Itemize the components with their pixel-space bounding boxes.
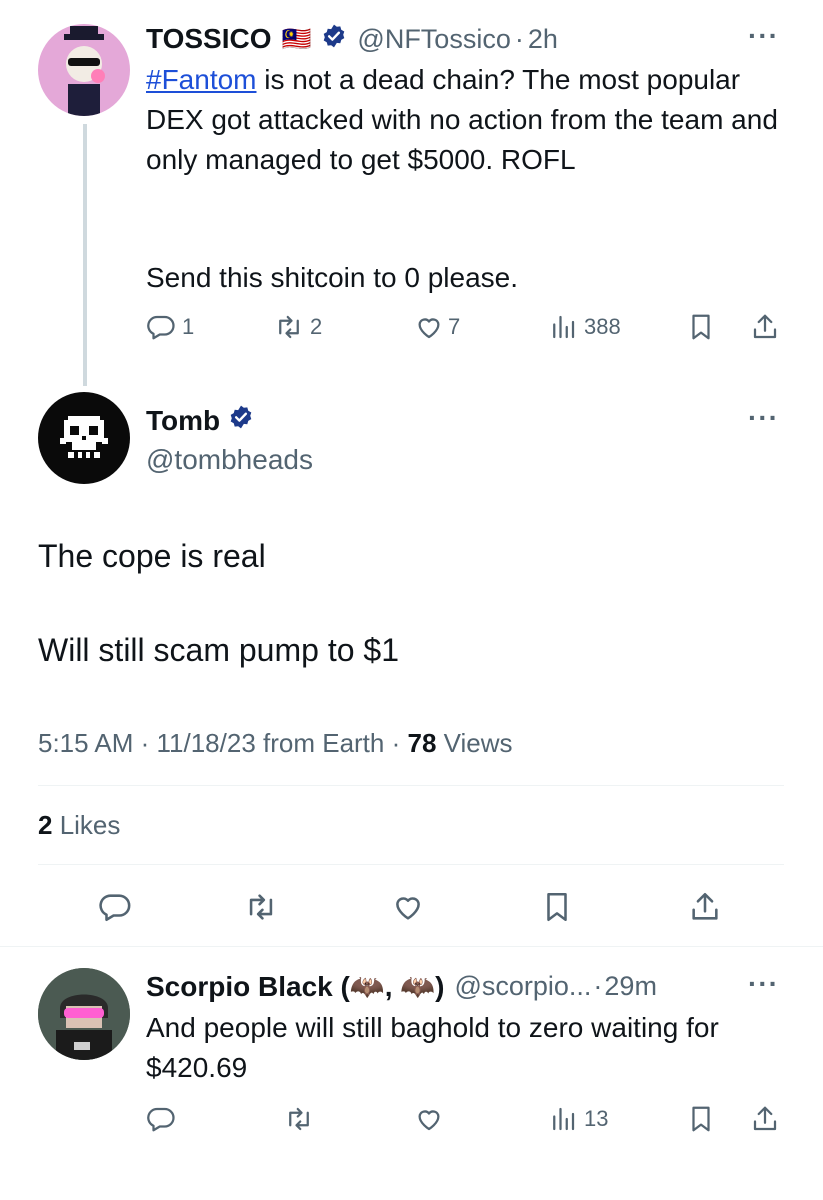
avatar-tomb[interactable] xyxy=(38,392,130,484)
bookmark-button[interactable] xyxy=(686,312,716,342)
like-icon xyxy=(418,1110,440,1131)
tweet3-header: Scorpio Black (🦇, 🦇) @scorpio... · 29m xyxy=(146,968,657,1004)
reply-icon xyxy=(99,894,131,922)
tweet2-text-line1: The cope is real xyxy=(38,538,266,574)
tweet2-timestamp[interactable]: 5:15 AM · 11/18/23 from Earth · xyxy=(38,728,407,758)
tweet2-meta: 5:15 AM · 11/18/23 from Earth · 78 Views xyxy=(38,728,513,759)
reply-button[interactable] xyxy=(98,890,132,924)
bookmark-icon xyxy=(692,314,710,340)
tweet1-text-line2: Send this shitcoin to 0 please. xyxy=(146,262,519,293)
more-icon[interactable]: ··· xyxy=(748,404,779,432)
views-icon xyxy=(553,315,575,339)
like-button[interactable] xyxy=(391,890,425,924)
bookmark-button[interactable] xyxy=(686,1104,716,1134)
tweet1-separator: · xyxy=(514,23,524,54)
views-count: 388 xyxy=(584,314,621,339)
reply-icon xyxy=(147,315,175,340)
bookmark-icon xyxy=(692,1106,710,1132)
share-button[interactable] xyxy=(750,1104,780,1134)
retweet-icon xyxy=(279,315,299,339)
retweet-button[interactable]: 2 xyxy=(274,312,322,342)
bookmark-button[interactable] xyxy=(540,890,574,924)
reply-button[interactable]: 1 xyxy=(146,312,194,342)
reply-icon xyxy=(147,1107,175,1132)
tweet3-handle[interactable]: @scorpio... xyxy=(454,971,591,1002)
retweet-count: 2 xyxy=(310,314,323,339)
tweet3-display-name[interactable]: Scorpio Black (🦇, 🦇) xyxy=(146,970,444,1003)
tweet1-display-name[interactable]: TOSSICO xyxy=(146,23,272,55)
tweet1-time[interactable]: 2h xyxy=(528,24,558,55)
avatar-tossico[interactable] xyxy=(38,24,130,116)
share-icon xyxy=(692,892,718,920)
reply-button[interactable] xyxy=(146,1104,176,1134)
tweet2-name-row: Tomb xyxy=(146,404,254,437)
thread-connector-line xyxy=(83,124,87,386)
retweet-button[interactable] xyxy=(244,890,278,924)
like-icon xyxy=(418,318,440,339)
views-button[interactable]: 13 xyxy=(548,1104,608,1134)
more-icon[interactable]: ··· xyxy=(748,970,779,998)
divider xyxy=(0,946,823,947)
tweet2-likes-label: Likes xyxy=(52,810,121,840)
retweet-icon xyxy=(249,894,273,920)
tweet2-display-name[interactable]: Tomb xyxy=(146,405,220,437)
like-button[interactable] xyxy=(414,1104,444,1134)
divider xyxy=(38,864,784,865)
share-icon xyxy=(753,314,777,339)
share-icon xyxy=(753,1106,777,1131)
like-button[interactable]: 7 xyxy=(414,312,460,342)
tweet2-likes-link[interactable]: 2 Likes xyxy=(38,810,120,841)
like-count: 7 xyxy=(448,314,461,339)
more-icon[interactable]: ··· xyxy=(748,22,779,50)
tweet1-header: TOSSICO 🇲🇾 @NFTossico · 2h xyxy=(146,22,558,56)
tweet3-separator: · xyxy=(593,970,603,1001)
verified-badge-icon xyxy=(321,23,347,56)
tweet2-text-line2: Will still scam pump to $1 xyxy=(38,632,399,668)
share-button[interactable] xyxy=(750,312,780,342)
tweet2-likes-count: 2 xyxy=(38,810,53,840)
views-count: 13 xyxy=(584,1106,609,1131)
tweet2-handle[interactable]: @tombheads xyxy=(146,444,313,476)
tweet3-text: And people will still baghold to zero wa… xyxy=(146,1012,719,1083)
tweet2-views-label: Views xyxy=(436,728,513,758)
divider xyxy=(38,785,784,786)
views-button[interactable]: 388 xyxy=(548,312,621,342)
tweet3-time[interactable]: 29m xyxy=(604,971,657,1002)
retweet-button[interactable] xyxy=(284,1104,314,1134)
verified-badge-icon xyxy=(228,404,254,437)
bookmark-icon xyxy=(547,892,567,922)
reply-count: 1 xyxy=(182,314,195,339)
tweet1-text: #Fantom is not a dead chain? The most po… xyxy=(146,60,786,180)
flag-icon: 🇲🇾 xyxy=(281,25,312,53)
views-icon xyxy=(553,1107,575,1131)
hashtag-fantom-link[interactable]: #Fantom xyxy=(146,64,257,95)
like-icon xyxy=(396,897,420,920)
share-button[interactable] xyxy=(688,890,722,924)
retweet-icon xyxy=(289,1107,309,1131)
tweet2-views-count: 78 xyxy=(407,728,437,758)
avatar-scorpio-black[interactable] xyxy=(38,968,130,1060)
tweet1-handle[interactable]: @NFTossico xyxy=(357,24,510,55)
